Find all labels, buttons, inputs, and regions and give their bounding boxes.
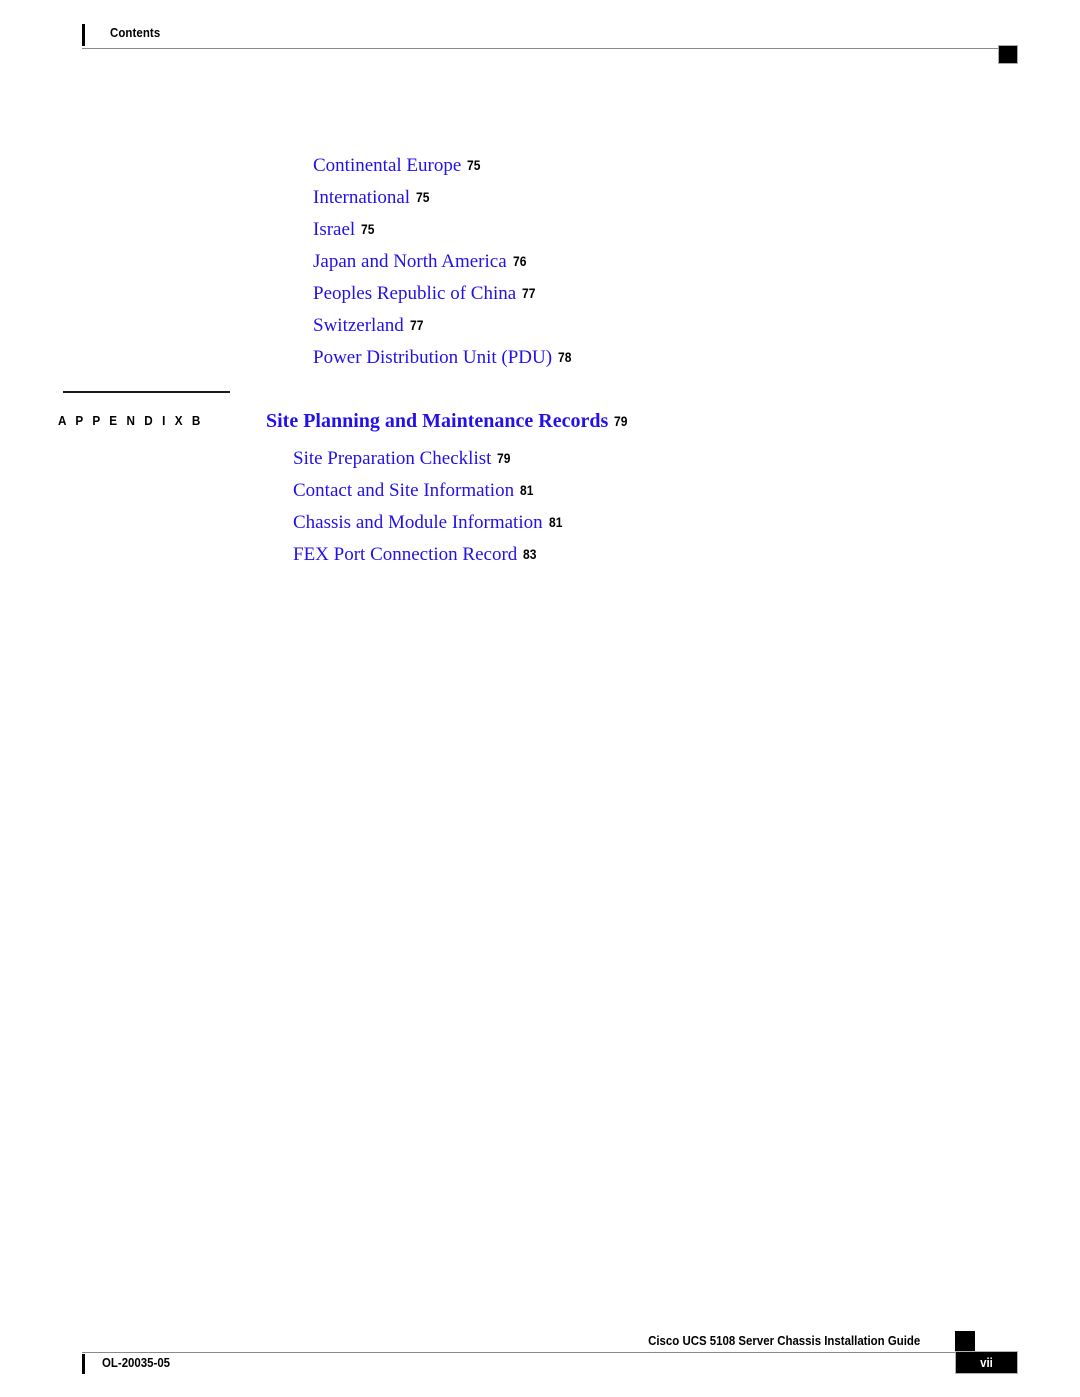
footer-document-id: OL-20035-05 [102, 1355, 171, 1370]
toc-entry-title[interactable]: Site Preparation Checklist [293, 448, 491, 469]
appendix-label: A P P E N D I X B [58, 413, 204, 428]
toc-entry-title[interactable]: Switzerland [313, 315, 404, 336]
footer-guide-title: Cisco UCS 5108 Server Chassis Installati… [647, 1333, 920, 1348]
toc-entry[interactable]: International 75 [0, 182, 575, 214]
toc-appendix-heading[interactable]: Site Planning and Maintenance Records 79 [266, 409, 631, 435]
black-square-marker-icon [998, 45, 1018, 64]
toc-entry-title[interactable]: International [313, 187, 410, 208]
toc-entry-title[interactable]: FEX Port Connection Record [293, 544, 517, 565]
toc-entry[interactable]: Site Preparation Checklist 79 [0, 443, 565, 475]
toc-entry-title[interactable]: Peoples Republic of China [313, 283, 516, 304]
toc-entry[interactable]: Contact and Site Information 81 [0, 475, 565, 507]
toc-entry-page: 83 [523, 546, 537, 562]
toc-entry-page: 77 [409, 317, 424, 333]
footer-page-number: vii [980, 1355, 993, 1370]
toc-entry-title[interactable]: Continental Europe [313, 155, 461, 176]
running-footer: Cisco UCS 5108 Server Chassis Installati… [0, 1325, 1080, 1397]
toc-entry-page: 76 [512, 253, 527, 269]
toc-entry-page: 79 [497, 450, 511, 466]
toc-entry-title[interactable]: Power Distribution Unit (PDU) [313, 347, 552, 368]
toc-group-front-matter: Continental Europe 75 International 75 Isr… [0, 150, 575, 374]
footer-page-number-box: vii [955, 1351, 1018, 1374]
toc-entry[interactable]: FEX Port Connection Record 83 [0, 539, 565, 571]
toc-appendix-heading-title[interactable]: Site Planning and Maintenance Records [266, 410, 608, 432]
appendix-divider [63, 391, 230, 393]
toc-entry-title[interactable]: Japan and North America [313, 251, 507, 272]
toc-entry[interactable]: Israel 75 [0, 214, 575, 246]
toc-entry-page: 78 [558, 349, 572, 365]
page-title: Contents [110, 25, 161, 40]
toc-entry[interactable]: Japan and North America 76 [0, 246, 575, 278]
toc-appendix-heading-page: 79 [614, 413, 628, 429]
toc-entry-title[interactable]: Contact and Site Information [293, 480, 514, 501]
toc-entry[interactable]: Chassis and Module Information 81 [0, 507, 565, 539]
toc-appendix-subentries: Site Preparation Checklist 79 Contact and… [0, 443, 565, 571]
toc-entry-title[interactable]: Israel [313, 219, 355, 240]
toc-entry-page: 81 [548, 514, 563, 530]
toc-entry[interactable]: Peoples Republic of China 77 [0, 278, 575, 310]
toc-entry-page: 77 [522, 285, 536, 301]
footer-divider [82, 1352, 955, 1353]
toc-entry-page: 75 [416, 189, 430, 205]
running-header: Contents [0, 0, 1080, 70]
toc-entry-title[interactable]: Chassis and Module Information [293, 512, 543, 533]
toc-entry[interactable]: Power Distribution Unit (PDU) 78 [0, 342, 575, 374]
header-tick-mark [82, 24, 85, 46]
toc-entry[interactable]: Switzerland 77 [0, 310, 575, 342]
toc-entry-page: 81 [520, 482, 534, 498]
toc-entry-page: 75 [467, 157, 481, 173]
toc-entry[interactable]: Continental Europe 75 [0, 150, 575, 182]
black-square-marker-icon [955, 1331, 975, 1351]
toc-entry-page: 75 [361, 221, 375, 237]
document-page: Contents Continental Europe 75 Internatio… [0, 0, 1080, 1397]
header-divider [82, 48, 998, 49]
footer-tick-mark [82, 1354, 85, 1374]
